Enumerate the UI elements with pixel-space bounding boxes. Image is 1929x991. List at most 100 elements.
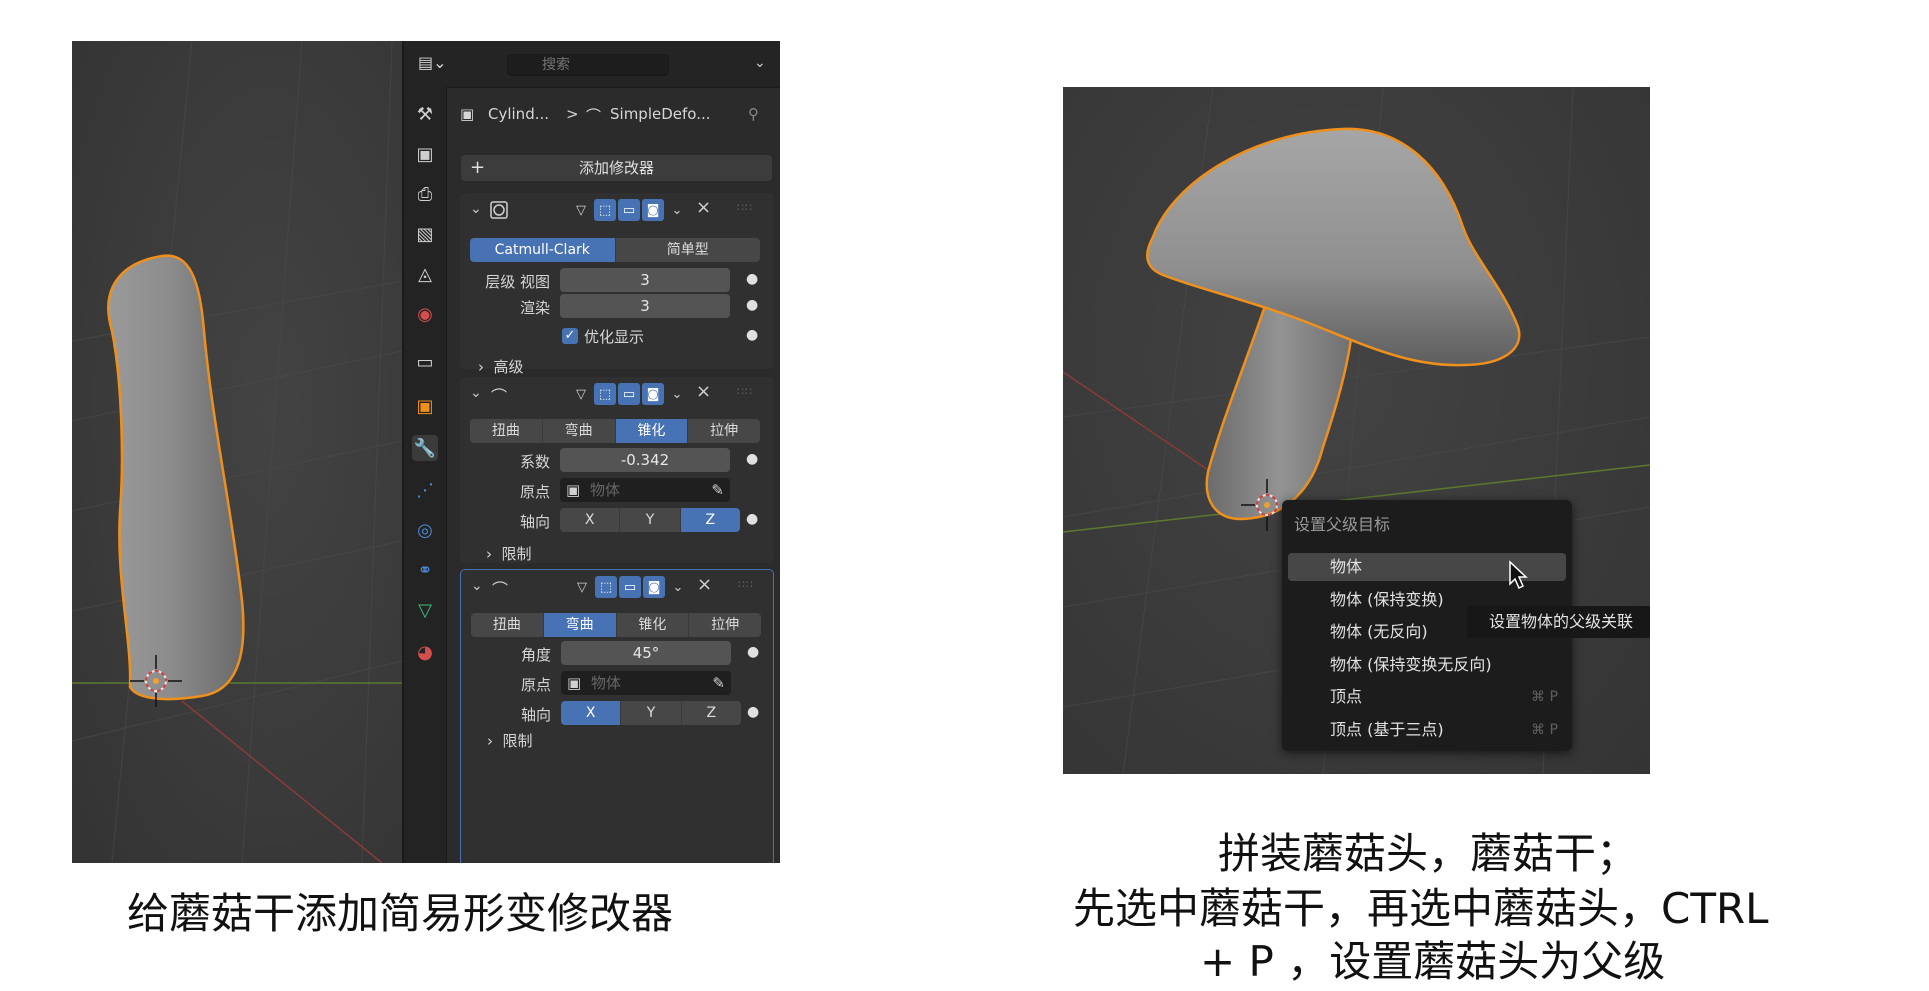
render-camera-icon[interactable]: ◙: [642, 199, 664, 221]
right-caption-line1-text: 拼装蘑菇头，蘑菇干；: [1218, 829, 1639, 878]
render-icon[interactable]: ▣: [412, 141, 438, 167]
search-input[interactable]: [507, 54, 669, 76]
chevron-down-icon[interactable]: ⌄: [666, 383, 688, 405]
physics-icon[interactable]: ◎: [412, 517, 438, 543]
on-cage-icon[interactable]: ▽: [570, 383, 592, 405]
mode-twist[interactable]: 扭曲: [470, 419, 543, 443]
viewport-icon[interactable]: ▭: [618, 199, 640, 221]
menu-item-shortcut: ⌘ P: [1531, 689, 1558, 705]
drag-handle-icon[interactable]: ∷∷: [738, 578, 754, 591]
axis-x[interactable]: X: [560, 508, 621, 532]
mode-taper[interactable]: 锥化: [616, 613, 690, 637]
limits-label: 限制: [501, 545, 532, 563]
mode-bend[interactable]: 弯曲: [542, 419, 616, 443]
keyframe-dot-icon[interactable]: ●: [747, 704, 759, 720]
view-layer-icon[interactable]: ▧: [412, 221, 438, 247]
collapse-chevron-icon[interactable]: ⌄: [471, 578, 483, 594]
constraints-icon[interactable]: ⚭: [412, 557, 438, 583]
chevron-down-icon[interactable]: ⌄: [667, 576, 689, 598]
breadcrumb-object[interactable]: Cylind...: [488, 105, 549, 123]
collection-icon[interactable]: ▭: [412, 349, 438, 375]
keyframe-dot-icon[interactable]: ●: [746, 451, 758, 467]
viewport-icon[interactable]: ▭: [618, 383, 640, 405]
origin-field[interactable]: ▣ 物体 ✎: [560, 478, 730, 502]
render-camera-icon[interactable]: ◙: [642, 383, 664, 405]
keyframe-dot-icon[interactable]: ●: [747, 644, 759, 660]
chevron-down-icon[interactable]: ⌄: [754, 55, 766, 71]
axis-x[interactable]: X: [561, 701, 622, 725]
collapse-chevron-icon[interactable]: ⌄: [470, 201, 482, 217]
keyframe-dot-icon[interactable]: ●: [746, 271, 758, 287]
modifier-icon[interactable]: 🔧: [412, 435, 438, 461]
chevron-right-icon: ›: [478, 358, 484, 376]
material-icon[interactable]: ◕: [412, 639, 438, 665]
breadcrumb-modifier[interactable]: SimpleDefo...: [610, 105, 711, 123]
axis-z[interactable]: Z: [680, 508, 740, 532]
eyedropper-icon[interactable]: ✎: [711, 478, 724, 502]
mode-simple[interactable]: 简单型: [615, 238, 760, 262]
mode-stretch[interactable]: 拉伸: [688, 419, 760, 443]
data-icon[interactable]: ▽: [412, 597, 438, 623]
chevron-down-icon[interactable]: ⌄: [666, 199, 688, 221]
object-icon[interactable]: ▣: [412, 393, 438, 419]
keyframe-dot-icon[interactable]: ●: [746, 511, 758, 527]
mode-catmull-clark[interactable]: Catmull-Clark: [470, 238, 616, 262]
mode-stretch[interactable]: 拉伸: [689, 613, 761, 637]
edit-mode-icon[interactable]: ⬚: [595, 576, 617, 598]
eyedropper-icon[interactable]: ✎: [712, 671, 725, 695]
render-levels-field[interactable]: 3: [560, 294, 730, 318]
subdivision-modifier: ⌄ ▽ ⬚ ▭ ◙ ⌄ × ∷∷ Catmull-Clark 简单型 层级 视图…: [460, 193, 774, 376]
close-icon[interactable]: ×: [697, 574, 712, 595]
output-icon[interactable]: ⎙: [412, 181, 438, 207]
mode-twist[interactable]: 扭曲: [471, 613, 544, 637]
close-icon[interactable]: ×: [696, 197, 711, 218]
levels-viewport-field[interactable]: 3: [560, 268, 730, 292]
scene-icon[interactable]: ◬: [412, 261, 438, 287]
menu-item-label: 物体 (保持变换): [1330, 590, 1444, 609]
properties-panel: ▤⌄ ⌄ ⚒ ▣ ⎙ ▧ ◬ ◉ ▭ ▣ 🔧 ⋰ ◎ ⚭ ▽ ◕ ▣ Cylin…: [402, 41, 780, 863]
on-cage-icon[interactable]: ▽: [570, 199, 592, 221]
factor-field[interactable]: -0.342: [560, 448, 730, 472]
mode-bend[interactable]: 弯曲: [543, 613, 617, 637]
menu-item-label: 物体 (保持变换无反向): [1330, 655, 1492, 674]
axis-toggle: X Y Z: [560, 508, 740, 532]
collapse-chevron-icon[interactable]: ⌄: [470, 385, 482, 401]
left-viewport[interactable]: [72, 41, 402, 863]
keyframe-dot-icon[interactable]: ●: [746, 327, 758, 343]
viewport-icon[interactable]: ▭: [619, 576, 641, 598]
menu-item-vertex[interactable]: 顶点 ⌘ P: [1288, 683, 1566, 711]
menu-item-label: 顶点: [1330, 687, 1363, 706]
keyframe-dot-icon[interactable]: ●: [746, 297, 758, 313]
on-cage-icon[interactable]: ▽: [571, 576, 593, 598]
render-camera-icon[interactable]: ◙: [643, 576, 665, 598]
limits-panel[interactable]: › 限制: [486, 543, 532, 564]
tool-icon[interactable]: ⚒: [412, 101, 438, 127]
plus-icon: +: [470, 157, 486, 178]
world-icon[interactable]: ◉: [412, 301, 438, 327]
close-icon[interactable]: ×: [696, 381, 711, 402]
origin-field[interactable]: ▣ 物体 ✎: [561, 671, 731, 695]
mode-taper[interactable]: 锥化: [615, 419, 689, 443]
add-modifier-label: 添加修改器: [578, 159, 654, 177]
angle-field[interactable]: 45°: [561, 641, 731, 665]
optimal-display-checkbox[interactable]: ✓: [562, 328, 578, 344]
drag-handle-icon[interactable]: ∷∷: [737, 201, 753, 214]
object-type-icon: ▣: [567, 674, 582, 692]
axis-y[interactable]: Y: [621, 701, 682, 725]
menu-item-object-keep-transform-without-inverse[interactable]: 物体 (保持变换无反向): [1288, 651, 1566, 679]
particles-icon[interactable]: ⋰: [412, 477, 438, 503]
axis-y[interactable]: Y: [620, 508, 681, 532]
axis-z[interactable]: Z: [681, 701, 741, 725]
pin-icon[interactable]: ⚲: [748, 105, 759, 123]
advanced-panel[interactable]: › 高级: [478, 356, 524, 377]
menu-item-vertex-triangle[interactable]: 顶点 (基于三点) ⌘ P: [1288, 716, 1566, 744]
edit-mode-icon[interactable]: ⬚: [594, 199, 616, 221]
limits-panel[interactable]: › 限制: [487, 730, 533, 751]
edit-mode-icon[interactable]: ⬚: [594, 383, 616, 405]
drag-handle-icon[interactable]: ∷∷: [737, 385, 753, 398]
deform-mode-toggle: 扭曲 弯曲 锥化 拉伸: [471, 613, 761, 637]
add-modifier-button[interactable]: + 添加修改器: [461, 155, 772, 181]
editor-type-icon[interactable]: ▤⌄: [418, 53, 454, 75]
modifier-header: ⌄ ⌒ ▽ ⬚ ▭ ◙ ⌄ × ∷∷: [460, 377, 774, 411]
tooltip: 设置物体的父级关联: [1467, 606, 1650, 638]
